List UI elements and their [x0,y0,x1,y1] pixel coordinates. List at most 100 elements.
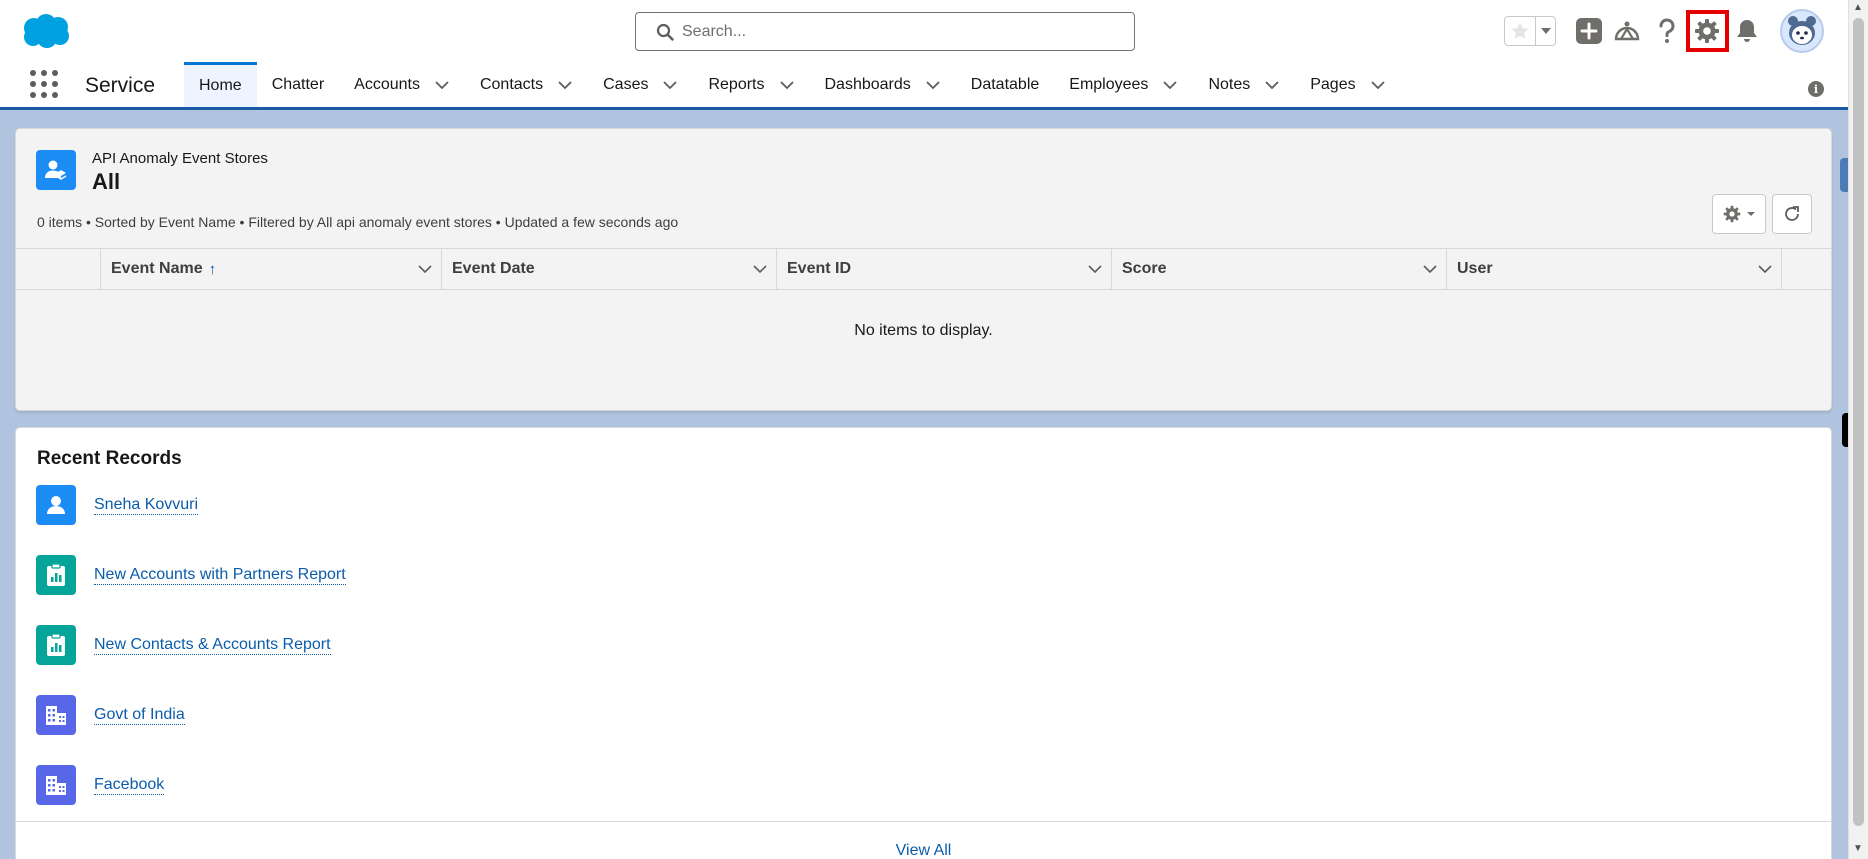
chevron-down-icon[interactable] [1422,261,1438,277]
tab-label: Datatable [970,75,1040,93]
bell-icon [1737,20,1757,42]
record-link[interactable]: New Contacts & Accounts Report [94,635,331,656]
refresh-icon [1785,206,1799,221]
list-item: New Accounts with Partners Report [36,555,346,595]
notifications-button[interactable] [1732,16,1762,46]
tab-pages[interactable]: Pages [1295,62,1400,107]
global-search[interactable] [635,12,1135,51]
favorites-menu-button[interactable] [1536,17,1555,45]
record-link[interactable]: New Accounts with Partners Report [94,565,346,586]
chevron-down-icon[interactable] [1162,77,1178,93]
user-avatar[interactable] [1780,9,1824,53]
list-item: New Contacts & Accounts Report [36,625,331,665]
search-icon [656,23,674,41]
object-name: API Anomaly Event Stores [92,150,268,167]
chevron-down-icon[interactable] [1370,77,1386,93]
column-header-label: Score [1122,260,1167,277]
favorite-star-button[interactable] [1505,17,1537,45]
app-navigation-bar: Service Home Chatter Accounts Contacts C… [0,62,1848,110]
app-launcher-icon[interactable] [30,70,58,98]
list-view-card: API Anomaly Event Stores All 0 items • S… [15,128,1832,411]
column-header-event-id[interactable]: Event ID [777,249,1112,289]
search-input[interactable] [682,19,1112,45]
gear-icon [1695,19,1719,43]
help-button[interactable] [1652,16,1682,46]
account-icon [36,765,76,805]
info-icon[interactable]: i [1808,81,1824,97]
tab-accounts[interactable]: Accounts [339,62,465,107]
tab-chatter[interactable]: Chatter [257,62,339,107]
column-header-user[interactable]: User [1447,249,1782,289]
column-header-event-date[interactable]: Event Date [442,249,777,289]
trailhead-icon [1614,21,1640,41]
list-item: Sneha Kovvuri [36,485,199,525]
tab-reports[interactable]: Reports [693,62,809,107]
view-all-link[interactable]: View All [16,842,1831,859]
gear-icon [1723,205,1740,223]
row-number-column-header [16,249,101,289]
table-header: Event Name ↑ Event Date Event ID Score U… [16,248,1831,290]
chevron-down-icon[interactable] [925,77,941,93]
salesforce-logo[interactable] [20,13,72,49]
star-icon [1511,22,1529,39]
chevron-down-icon[interactable] [434,77,450,93]
tab-label: Chatter [271,75,325,93]
list-view-meta: 0 items • Sorted by Event Name • Filtere… [37,214,679,230]
chevron-down-icon[interactable] [417,261,433,277]
tab-label: Notes [1208,75,1251,93]
record-link[interactable]: Facebook [94,775,165,796]
chevron-down-icon[interactable] [779,77,795,93]
tab-label: Dashboards [824,75,911,93]
card-footer: View All [16,821,1831,859]
chevron-down-icon[interactable] [662,77,678,93]
column-header-score[interactable]: Score [1112,249,1447,289]
tab-label: Reports [708,75,765,93]
record-link[interactable]: Govt of India [94,705,185,726]
trailhead-button[interactable] [1612,16,1642,46]
caret-down-icon [1540,28,1551,34]
page-scrollbar[interactable]: ▲ ▼ [1848,0,1868,859]
scroll-down-arrow-icon[interactable]: ▼ [1853,843,1863,854]
tab-notes[interactable]: Notes [1193,62,1295,107]
tab-label: Contacts [479,75,544,93]
list-item: Govt of India [36,695,185,735]
chevron-down-icon[interactable] [1264,77,1280,93]
tab-contacts[interactable]: Contacts [465,62,588,107]
setup-button[interactable] [1692,16,1722,46]
scroll-up-arrow-icon[interactable]: ▲ [1853,2,1863,13]
caret-down-icon [1746,212,1755,216]
recent-records-card: Recent Records Sneha Kovvuri New Account… [15,427,1832,859]
nav-tabs: Home Chatter Accounts Contacts Cases Rep… [184,62,1401,107]
favorites-group [1504,16,1556,46]
tab-label: Accounts [354,75,420,93]
list-view-controls-button[interactable] [1712,194,1766,234]
empty-state-message: No items to display. [854,322,993,339]
global-actions-button[interactable] [1574,16,1604,46]
add-icon [1576,18,1602,44]
chevron-down-icon[interactable] [557,77,573,93]
tab-label: Home [199,77,242,94]
column-header-label: Event ID [787,260,852,277]
column-header-label: Event Date [452,260,535,277]
global-header [0,0,1848,62]
tab-home[interactable]: Home [184,62,257,107]
refresh-button[interactable] [1772,194,1812,234]
card-title: Recent Records [37,448,182,469]
column-header-event-name[interactable]: Event Name ↑ [101,249,442,289]
record-link[interactable]: Sneha Kovvuri [94,495,199,516]
scroll-thumb[interactable] [1853,18,1864,826]
tab-dashboards[interactable]: Dashboards [810,62,956,107]
tab-datatable[interactable]: Datatable [956,62,1055,107]
chevron-down-icon[interactable] [1757,261,1773,277]
list-view-name: All [92,169,121,194]
tab-employees[interactable]: Employees [1054,62,1193,107]
chevron-down-icon[interactable] [1087,261,1103,277]
tab-label: Cases [603,75,649,93]
account-icon [36,695,76,735]
report-icon [36,625,76,665]
chevron-down-icon[interactable] [752,261,768,277]
tab-cases[interactable]: Cases [588,62,693,107]
tab-label: Employees [1069,75,1149,93]
list-item: Facebook [36,765,165,805]
column-header-label: Event Name [111,260,203,277]
